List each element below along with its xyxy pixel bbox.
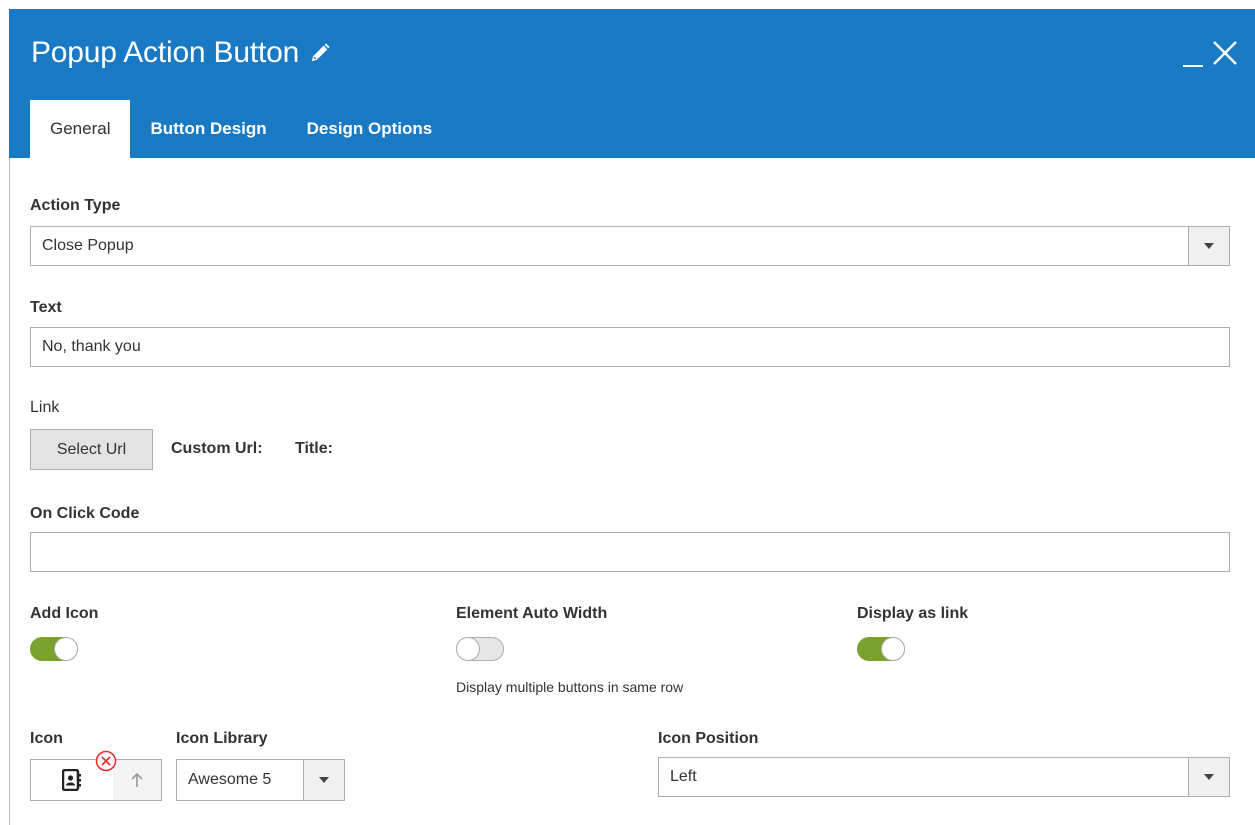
close-icon[interactable] xyxy=(1211,39,1239,67)
auto-width-note: Display multiple buttons in same row xyxy=(456,679,684,695)
icon-library-select[interactable]: Awesome 5 xyxy=(176,759,345,801)
toggle-knob xyxy=(456,637,480,661)
title-label: Title: xyxy=(295,440,333,457)
action-type-value: Close Popup xyxy=(42,237,134,254)
auto-width-label: Element Auto Width xyxy=(456,605,608,622)
icon-position-label: Icon Position xyxy=(658,730,759,747)
icon-library-label: Icon Library xyxy=(176,730,268,747)
remove-icon[interactable] xyxy=(95,750,117,772)
display-link-label: Display as link xyxy=(857,605,969,622)
dialog-header: Popup Action Button General Button Desig… xyxy=(9,9,1255,158)
text-input[interactable]: No, thank you xyxy=(30,327,1230,367)
add-icon-toggle[interactable] xyxy=(30,637,78,661)
tab-general[interactable]: General xyxy=(30,100,131,158)
tab-bar: General Button Design Design Options xyxy=(30,100,452,158)
auto-width-toggle[interactable] xyxy=(456,637,504,661)
text-label: Text xyxy=(30,299,62,316)
action-type-label: Action Type xyxy=(30,197,121,214)
icon-position-select[interactable]: Left xyxy=(658,757,1230,797)
address-book-icon xyxy=(62,769,81,791)
display-link-toggle[interactable] xyxy=(857,637,905,661)
left-border xyxy=(9,158,10,825)
chevron-down-icon[interactable] xyxy=(1188,227,1229,265)
tab-design-options[interactable]: Design Options xyxy=(287,100,453,158)
tab-button-design[interactable]: Button Design xyxy=(130,100,286,158)
add-icon-label: Add Icon xyxy=(30,605,99,622)
minimize-button[interactable] xyxy=(1183,39,1203,69)
dialog-title: Popup Action Button xyxy=(31,36,331,70)
link-label: Link xyxy=(30,399,60,416)
icon-position-value: Left xyxy=(670,768,697,785)
text-input-value: No, thank you xyxy=(42,338,141,355)
icon-library-value: Awesome 5 xyxy=(188,771,272,788)
pencil-icon[interactable] xyxy=(309,42,331,64)
toggle-knob xyxy=(881,637,905,661)
custom-url-label: Custom Url: xyxy=(171,440,263,457)
toggle-knob xyxy=(54,637,78,661)
upload-button[interactable] xyxy=(113,760,161,800)
chevron-down-icon[interactable] xyxy=(303,760,344,800)
select-url-button[interactable]: Select Url xyxy=(30,429,153,470)
action-type-select[interactable]: Close Popup xyxy=(30,226,1230,266)
arrow-up-icon xyxy=(131,772,143,787)
chevron-down-icon[interactable] xyxy=(1188,758,1229,796)
on-click-code-input[interactable] xyxy=(30,532,1230,572)
dialog-title-text: Popup Action Button xyxy=(31,36,300,69)
icon-label: Icon xyxy=(30,730,63,747)
on-click-code-label: On Click Code xyxy=(30,505,140,522)
